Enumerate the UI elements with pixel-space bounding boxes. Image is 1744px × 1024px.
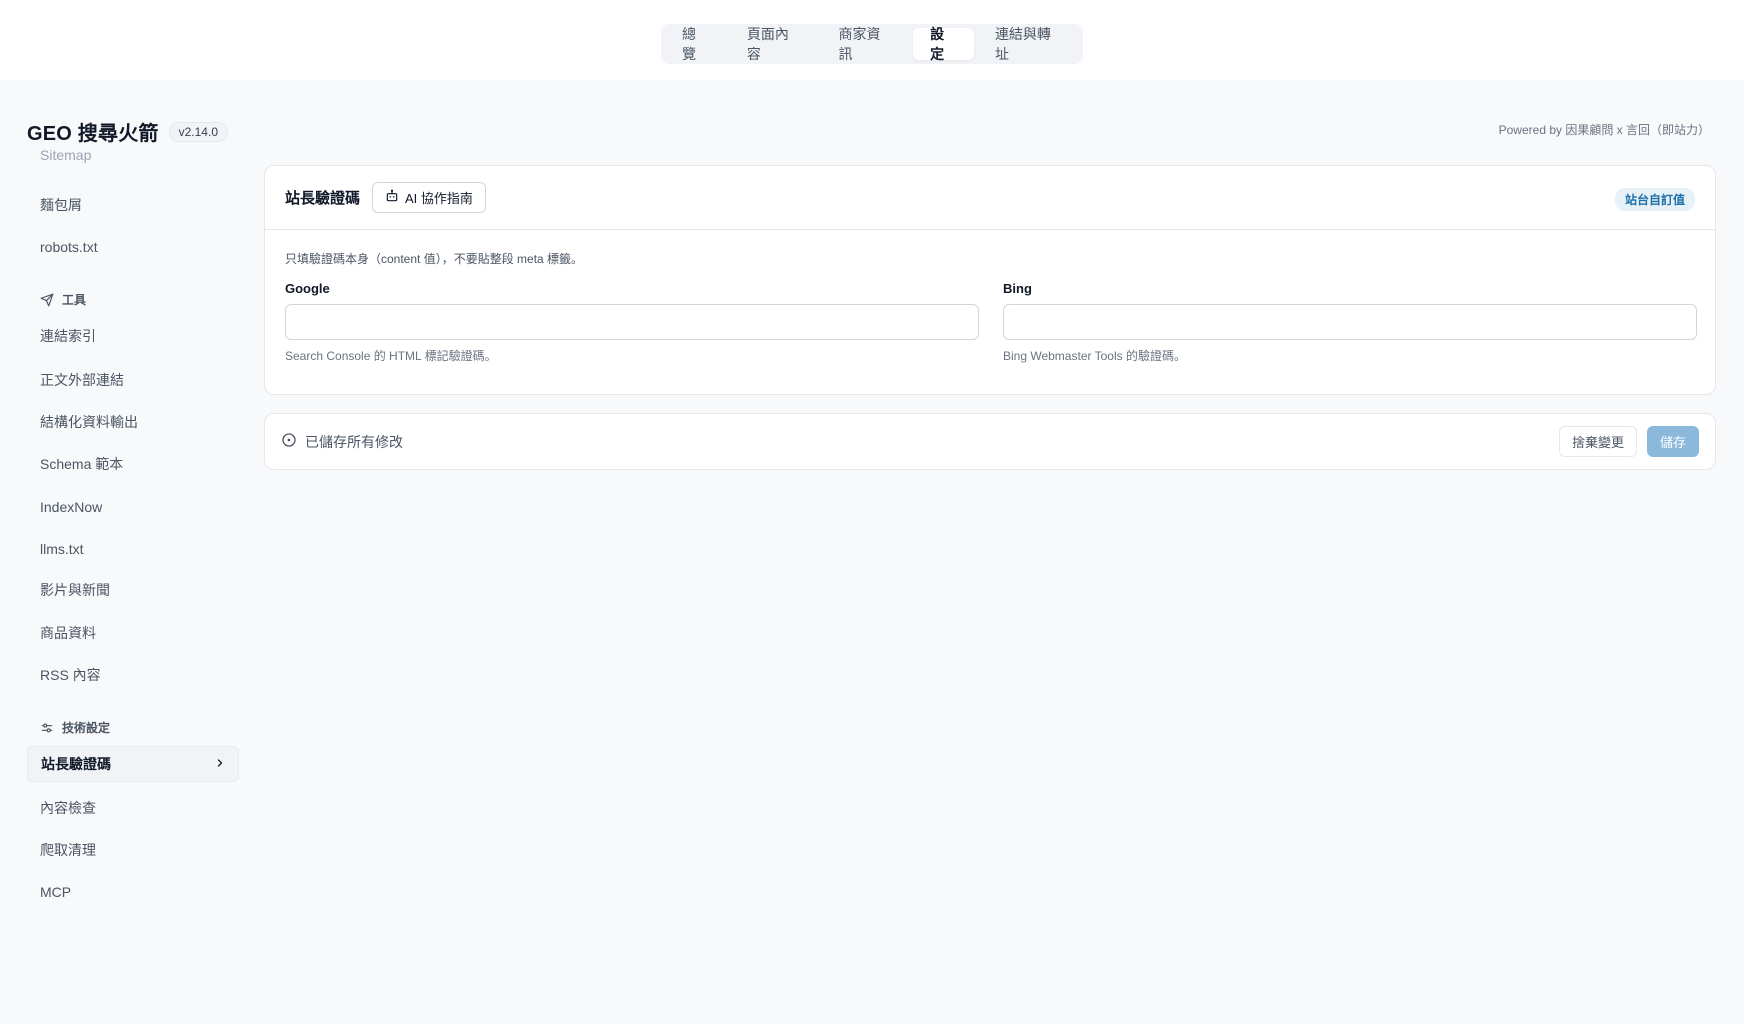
sidebar-item-indexnow[interactable]: IndexNow — [27, 489, 239, 525]
verification-card: 站長驗證碼 AI 協作指南 站台自訂值 只填驗證碼本身（content 值），不… — [264, 165, 1716, 395]
sidebar-item-content-check[interactable]: 內容檢查 — [27, 790, 239, 826]
sliders-icon — [40, 721, 54, 735]
save-status: 已儲存所有修改 — [281, 432, 403, 452]
sidebar-item-breadcrumbs[interactable]: 麵包屑 — [27, 187, 239, 223]
sidebar: Sitemap 麵包屑 robots.txt 工具 連結索引 正文外部連結 結構… — [27, 150, 239, 910]
app-title: GEO 搜尋火箭 — [27, 123, 159, 145]
ai-guide-label: AI 協作指南 — [405, 191, 473, 206]
tab-business-info[interactable]: 商家資訊 — [821, 26, 909, 62]
sidebar-item-link-index[interactable]: 連結索引 — [27, 318, 239, 354]
brand: GEO 搜尋火箭 v2.14.0 — [27, 117, 228, 146]
save-bar: 已儲存所有修改 捨棄變更 儲存 — [264, 413, 1716, 470]
section-label: 技術設定 — [62, 721, 111, 735]
sidebar-item-sitemap[interactable]: Sitemap — [27, 150, 239, 173]
google-input[interactable] — [285, 304, 979, 340]
sidebar-item-verification[interactable]: 站長驗證碼 — [27, 746, 239, 782]
version-badge: v2.14.0 — [168, 121, 228, 142]
sidebar-item-video-news[interactable]: 影片與新聞 — [27, 572, 239, 608]
bing-input[interactable] — [1003, 304, 1697, 340]
top-bar: 總覽 頁面內容 商家資訊 設定 連結與轉址 — [0, 0, 1744, 80]
top-nav: 總覽 頁面內容 商家資訊 設定 連結與轉址 — [661, 24, 1083, 64]
robot-icon — [385, 189, 399, 206]
sidebar-item-robots[interactable]: robots.txt — [27, 229, 239, 265]
section-tech-settings: 技術設定 — [40, 719, 110, 736]
discard-button[interactable]: 捨棄變更 — [1558, 426, 1637, 457]
save-button[interactable]: 儲存 — [1646, 426, 1699, 457]
site-custom-badge: 站台自訂值 — [1614, 188, 1695, 211]
chevron-right-icon — [214, 756, 226, 772]
card-header: 站長驗證碼 AI 協作指南 站台自訂值 — [265, 166, 1715, 230]
sidebar-item-llms-txt[interactable]: llms.txt — [27, 531, 239, 567]
sidebar-item-rss[interactable]: RSS 內容 — [27, 657, 239, 693]
hint-text: 只填驗證碼本身（content 值），不要貼整段 meta 標籤。 — [285, 252, 584, 266]
tab-links-redirects[interactable]: 連結與轉址 — [978, 26, 1079, 62]
sidebar-item-crawl-cleanup[interactable]: 爬取清理 — [27, 832, 239, 868]
save-status-text: 已儲存所有修改 — [305, 433, 403, 450]
save-actions: 捨棄變更 儲存 — [1558, 426, 1699, 457]
section-label: 工具 — [62, 293, 87, 307]
bing-field: Bing Bing Webmaster Tools 的驗證碼。 — [1003, 281, 1697, 364]
card-body: 只填驗證碼本身（content 值），不要貼整段 meta 標籤。 Google… — [265, 230, 1715, 364]
tab-overview[interactable]: 總覽 — [665, 26, 726, 62]
card-title: 站長驗證碼 — [285, 190, 361, 207]
sidebar-item-external-links[interactable]: 正文外部連結 — [27, 362, 239, 398]
sidebar-item-product-data[interactable]: 商品資料 — [27, 615, 239, 651]
fields: Google Search Console 的 HTML 標記驗證碼。 Bing… — [285, 281, 1697, 364]
sidebar-item-schema-templates[interactable]: Schema 範本 — [27, 446, 239, 482]
section-tools: 工具 — [40, 291, 86, 308]
tab-page-content[interactable]: 頁面內容 — [730, 26, 818, 62]
bing-help: Bing Webmaster Tools 的驗證碼。 — [1003, 349, 1186, 363]
ai-guide-button[interactable]: AI 協作指南 — [372, 182, 486, 213]
send-icon — [40, 293, 54, 307]
powered-by: Powered by 因果顧問 x 言回（即站力） — [1498, 123, 1710, 137]
tab-settings[interactable]: 設定 — [913, 26, 974, 62]
sidebar-item-mcp[interactable]: MCP — [27, 874, 239, 910]
bing-label: Bing — [1003, 281, 1032, 296]
google-help: Search Console 的 HTML 標記驗證碼。 — [285, 349, 497, 363]
sidebar-item-label: 站長驗證碼 — [41, 756, 111, 772]
google-label: Google — [285, 281, 330, 296]
check-circle-icon — [281, 432, 297, 451]
sidebar-item-structured-data[interactable]: 結構化資料輸出 — [27, 404, 239, 440]
google-field: Google Search Console 的 HTML 標記驗證碼。 — [285, 281, 979, 364]
